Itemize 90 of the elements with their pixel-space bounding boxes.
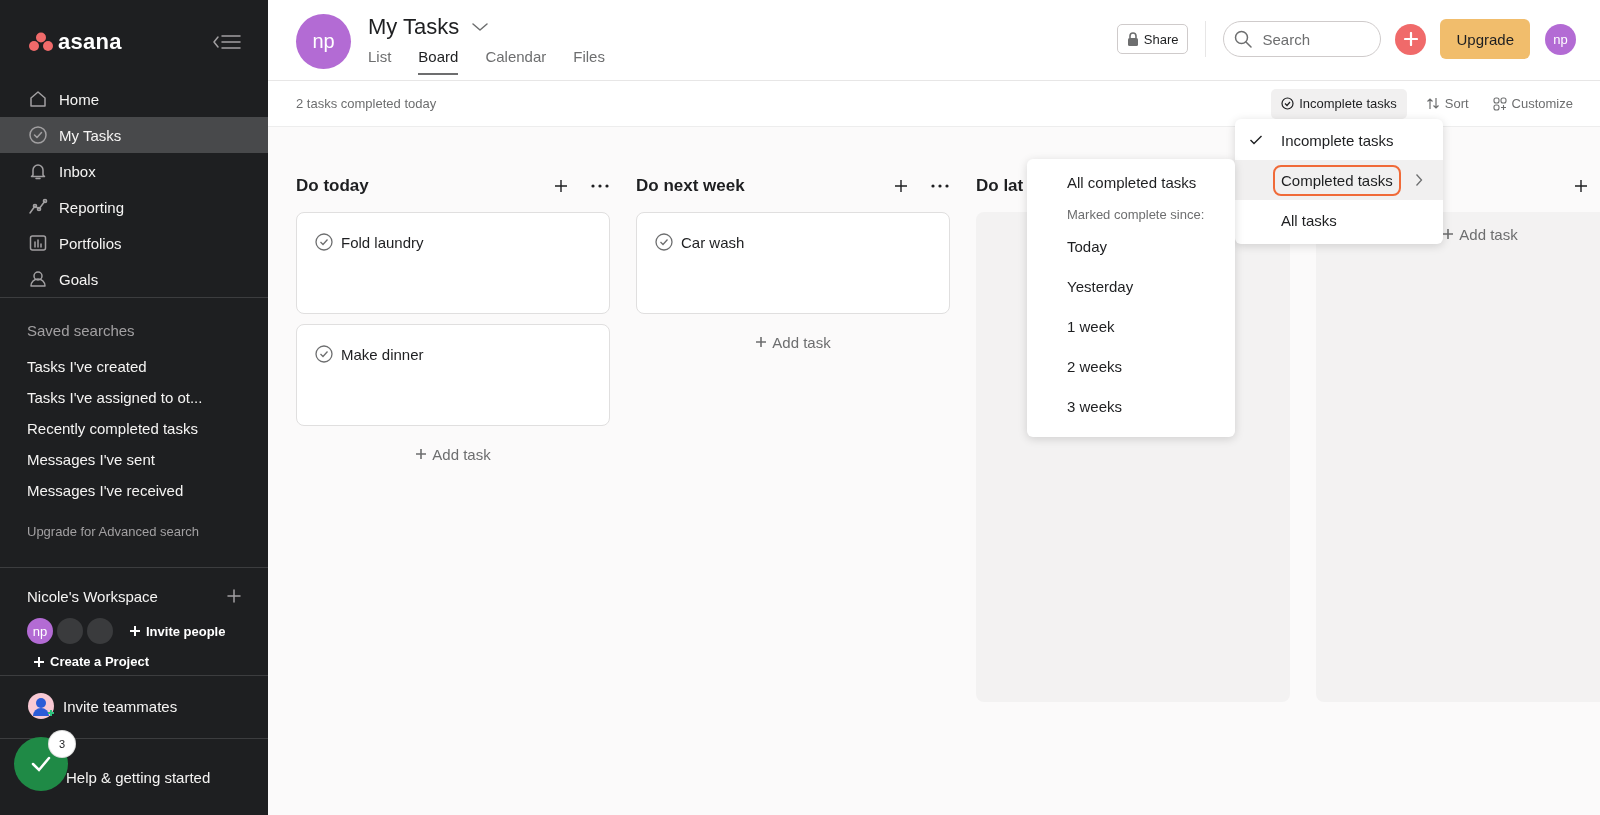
task-name: Car wash [681,233,745,251]
task-name: Make dinner [341,345,424,363]
sort-button[interactable]: Sort [1420,88,1474,119]
avatar [57,618,83,645]
task-name: Fold laundry [341,233,424,251]
avatar: np [27,618,53,645]
nav-item[interactable]: Portfolios [0,225,268,262]
section-heading: Saved searches [27,322,136,340]
more-icon[interactable] [930,183,950,189]
plus-icon [415,448,428,460]
status-text: 2 tasks completed today [296,96,437,111]
nav-item[interactable]: Home [0,81,268,118]
check-circle-icon [28,125,48,146]
tab[interactable]: Board [418,48,459,75]
menu-item[interactable]: All completed tasks [1027,163,1235,203]
bell-icon [28,161,48,182]
task-card[interactable]: Car wash [636,212,950,314]
plus-icon [129,625,141,638]
people-icon [27,692,55,721]
invite-teammates-button[interactable]: Invite teammates [0,676,268,739]
task-card[interactable]: Make dinner [296,324,610,426]
menu-item[interactable]: 1 week [1027,307,1235,347]
check-circle-icon [315,345,333,363]
home-icon [28,89,48,110]
column-title: Do next week [636,176,745,196]
saved-search-link[interactable]: Recently completed tasks [27,413,241,445]
nav-item[interactable]: My Tasks [0,117,268,154]
nav-item[interactable]: Inbox [0,153,268,190]
menu-item[interactable]: All tasks [1235,200,1443,240]
plus-icon [1442,228,1455,240]
menu-item[interactable]: Yesterday [1027,267,1235,307]
filter-button[interactable]: Incomplete tasks [1271,88,1407,119]
add-icon[interactable] [1574,179,1588,193]
add-icon[interactable] [554,179,568,193]
chevron-down-icon[interactable] [471,21,490,33]
checkmark-icon [1249,134,1263,146]
tab[interactable]: Files [573,48,605,75]
add-button[interactable] [1395,23,1427,55]
plus-icon [755,336,768,348]
create-project-link[interactable]: Create a Project [33,654,241,670]
add-task-button[interactable]: Add task [636,324,950,360]
share-button[interactable]: Share [1116,24,1189,54]
add-icon[interactable] [894,179,908,193]
add-task-button[interactable]: Add task [296,436,610,472]
help-link[interactable]: Help & getting started [66,768,211,786]
check-circle-icon [315,233,333,251]
lock-icon [1126,32,1139,46]
logo-icon [28,31,54,52]
workspace-name[interactable]: Nicole's Workspace [27,587,158,605]
column-title: Do today [296,176,369,196]
saved-search-link[interactable]: Messages I've sent [27,444,241,476]
nav-item[interactable]: Reporting [0,189,268,226]
logo-text: asana [58,28,122,55]
sort-arrows-icon [1425,97,1440,110]
menu-item[interactable]: Today [1027,227,1235,267]
task-card[interactable]: Fold laundry [296,212,610,314]
search-input[interactable]: Search [1260,29,1360,49]
tab[interactable]: List [368,48,392,75]
upgrade-link[interactable]: Upgrade for Advanced search [27,524,241,540]
invite-people-link[interactable]: Invite people [129,623,226,639]
check-circle-icon [655,233,673,251]
grid-shapes-icon [1492,96,1507,111]
menu-item[interactable]: Completed tasks [1235,160,1443,200]
upgrade-button[interactable]: Upgrade [1440,19,1530,59]
collapse-sidebar-icon[interactable] [212,32,242,51]
plus-icon [1403,32,1418,46]
menu-item[interactable]: 2 weeks [1027,347,1235,387]
column-title: Do lat [976,176,1024,196]
search-icon [1234,30,1253,48]
saved-search-link[interactable]: Tasks I've assigned to ot... [27,382,241,414]
tab[interactable]: Calendar [485,48,547,75]
saved-search-link[interactable]: Tasks I've created [27,351,241,383]
page-title: My Tasks [368,14,460,40]
menu-item[interactable]: 3 weeks [1027,387,1235,427]
user-avatar[interactable]: np [1545,23,1576,55]
project-avatar: np [296,14,351,69]
notification-badge: 3 [49,731,75,758]
customize-button[interactable]: Customize [1487,88,1578,119]
menu-heading: Marked complete since: [1066,206,1206,224]
add-icon[interactable] [227,589,241,604]
person-icon [28,269,48,290]
check-circle-icon [1281,97,1295,110]
folder-chart-icon [28,233,48,254]
more-icon[interactable] [590,183,610,189]
saved-search-link[interactable]: Messages I've received [27,475,241,507]
menu-item[interactable]: Incomplete tasks [1235,120,1443,160]
avatar [87,618,113,645]
plus-icon [33,655,45,668]
chevron-right-icon [1414,173,1423,187]
nav-item[interactable]: Goals [0,261,268,298]
